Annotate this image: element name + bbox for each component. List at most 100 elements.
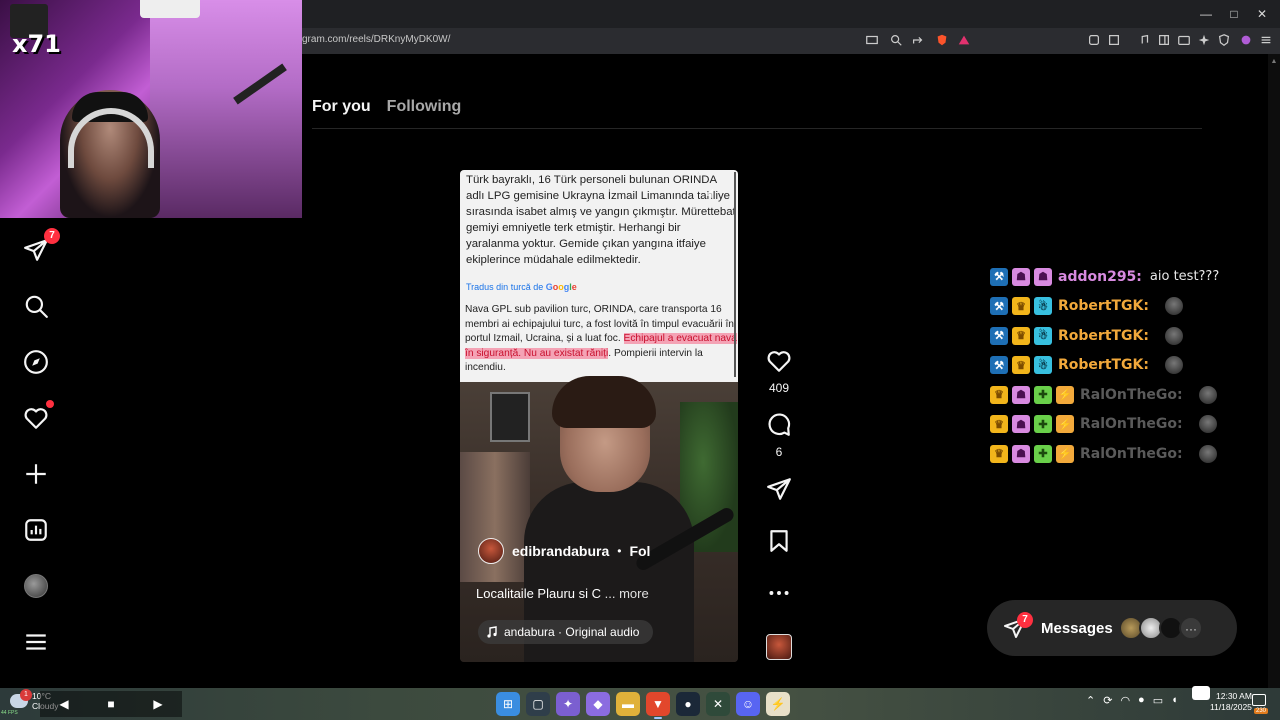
blue-badge-icon: ⚒ <box>990 356 1008 375</box>
ellipsis-icon <box>769 591 789 595</box>
media-controls: ◀ ■ ▶ <box>40 691 182 717</box>
follow-button[interactable]: Fol <box>629 543 650 559</box>
brave-rewards-icon[interactable] <box>956 33 972 49</box>
extensions-icon[interactable] <box>1086 33 1102 49</box>
caption-text: Localitaile Plauru si C <box>476 586 602 601</box>
direct-badge: 7 <box>44 228 60 244</box>
maximize-button[interactable]: □ <box>1224 5 1244 23</box>
task-view-icon[interactable]: ▢ <box>526 692 550 716</box>
scroll-up-arrow-icon[interactable]: ▲ <box>1270 58 1278 66</box>
start-icon[interactable]: ⊞ <box>496 692 520 716</box>
share-button[interactable] <box>764 476 794 507</box>
bookmark-icon <box>770 530 788 552</box>
save-button[interactable] <box>764 528 794 559</box>
network-icon[interactable]: ▭ <box>1153 694 1163 707</box>
reel-caption[interactable]: Localitaile Plauru si C ... more <box>476 586 649 601</box>
like-count: 409 <box>768 381 790 395</box>
sidebar-item-profile[interactable] <box>22 572 50 600</box>
url-text[interactable]: gram.com/reels/DRKnyMyDK0W/ <box>302 34 450 45</box>
stop-icon[interactable]: ■ <box>107 697 114 711</box>
author-username[interactable]: edibrandabura <box>512 543 609 559</box>
reel-audio-pill[interactable]: andabura · Original audio <box>478 620 654 644</box>
sidebar-item-dashboard[interactable] <box>22 516 50 544</box>
sidebar-item-notifications[interactable] <box>22 400 54 432</box>
chat-username: RobertTGK: <box>1058 327 1149 344</box>
more-options-button[interactable] <box>764 580 794 611</box>
wifi-icon[interactable]: ◠ <box>1120 694 1130 707</box>
author-avatar[interactable] <box>478 538 504 564</box>
file-explorer-icon[interactable]: ▬ <box>616 692 640 716</box>
blue-badge-icon: ⚒ <box>990 267 1008 286</box>
discord-icon[interactable]: ☺ <box>736 692 760 716</box>
system-clock[interactable]: 12:30 AM 11/18/2025 <box>1210 691 1252 713</box>
like-button[interactable]: 409 <box>764 348 794 395</box>
reel-author[interactable]: edibrandabura • Fol <box>478 538 650 564</box>
google-letter: e <box>571 282 577 292</box>
caption-more-link[interactable]: ... more <box>605 586 649 601</box>
previous-track-icon[interactable]: ◀ <box>59 697 68 711</box>
reel-player[interactable]: Türk bayraklı, 16 Türk personeli bulunan… <box>460 170 738 662</box>
messages-pill[interactable]: 7 Messages ··· <box>987 600 1237 656</box>
profile-icon[interactable] <box>1238 33 1254 49</box>
brave-browser-icon[interactable]: ▼ <box>646 692 670 719</box>
volume-icon[interactable]: ◖ <box>1171 694 1178 707</box>
audio-thumbnail[interactable] <box>766 634 792 660</box>
sidebar-item-explore[interactable] <box>22 348 50 376</box>
wallet-icon[interactable] <box>1176 33 1192 49</box>
sidebar-item-more[interactable] <box>22 628 50 656</box>
chevron-up-icon[interactable]: ⌃ <box>1086 694 1095 707</box>
gold-badge-icon: ♛ <box>1012 297 1030 316</box>
webcam-ac-unit <box>140 0 200 18</box>
chat-bubble-icon[interactable] <box>1192 686 1210 700</box>
pink-badge-icon: ☗ <box>1012 267 1030 286</box>
webcam-tag: x71 <box>12 30 61 58</box>
steam-icon[interactable]: ● <box>676 692 700 716</box>
emote-icon <box>1198 385 1217 404</box>
system-tray: ⌃ ⟳ ◠ ● ▭ ◖ <box>1086 694 1178 707</box>
gold-badge-icon: ♛ <box>1012 356 1030 375</box>
gold-badge-icon: ♛ <box>990 385 1008 404</box>
menu-icon[interactable] <box>1258 33 1274 49</box>
vpn-shield-icon[interactable] <box>1216 33 1232 49</box>
sidebar-item-search[interactable] <box>22 292 50 320</box>
leo-ai-icon[interactable] <box>1196 33 1212 49</box>
audio-muted-icon[interactable] <box>704 186 720 202</box>
hamburger-menu-icon <box>26 634 46 650</box>
cast-icon[interactable] <box>864 33 880 49</box>
comment-count: 6 <box>775 445 783 459</box>
tab-following[interactable]: Following <box>387 98 462 120</box>
profile-avatar <box>24 574 48 598</box>
music-icon[interactable] <box>1136 33 1152 49</box>
notification-dot <box>46 400 54 408</box>
brave-shield-icon[interactable] <box>934 33 950 49</box>
chat-line: ⚒ ♛ ☃ RobertTGK: <box>990 292 1270 322</box>
copilot-icon[interactable]: ✦ <box>556 692 580 716</box>
terminal-icon[interactable]: ✕ <box>706 692 730 716</box>
zoom-icon[interactable] <box>888 33 904 49</box>
sidebar-toggle-icon[interactable] <box>1156 33 1172 49</box>
close-window-button[interactable]: ✕ <box>1252 5 1272 23</box>
notification-badge: 230 <box>1254 708 1269 714</box>
share-icon[interactable] <box>910 33 926 49</box>
translate-icon[interactable] <box>1106 33 1122 49</box>
comment-button[interactable]: 6 <box>764 412 794 459</box>
chat-username: RalOnTheGo: <box>1080 386 1183 403</box>
sync-icon[interactable]: ⟳ <box>1103 694 1112 707</box>
microphone-icon[interactable]: ● <box>1138 694 1145 707</box>
taskbar-apps: ⊞ ▢ ✦ ◆ ▬ ▼ ● ✕ ☺ ⚡ <box>496 692 790 719</box>
sidebar-item-create[interactable] <box>22 460 50 488</box>
reel-screenshot-text: Türk bayraklı, 16 Türk personeli bulunan… <box>460 170 738 382</box>
tabs-divider <box>312 128 1202 129</box>
tab-for-you[interactable]: For you <box>312 98 371 120</box>
play-icon[interactable]: ▶ <box>153 697 162 711</box>
heart-icon <box>24 408 48 429</box>
chat-line: ♛ ☗ ✚ ⚡ RalOnTheGo: <box>990 410 1270 440</box>
widgets-icon[interactable]: ◆ <box>586 692 610 716</box>
app-icon[interactable]: ⚡ <box>766 692 790 716</box>
messages-more[interactable]: ··· <box>1179 616 1203 640</box>
green-badge-icon: ✚ <box>1034 415 1052 434</box>
minimize-button[interactable]: — <box>1196 5 1216 23</box>
sidebar-item-direct[interactable]: 7 <box>22 228 60 264</box>
notification-center-icon[interactable] <box>1252 694 1266 706</box>
heart-icon <box>767 351 791 372</box>
